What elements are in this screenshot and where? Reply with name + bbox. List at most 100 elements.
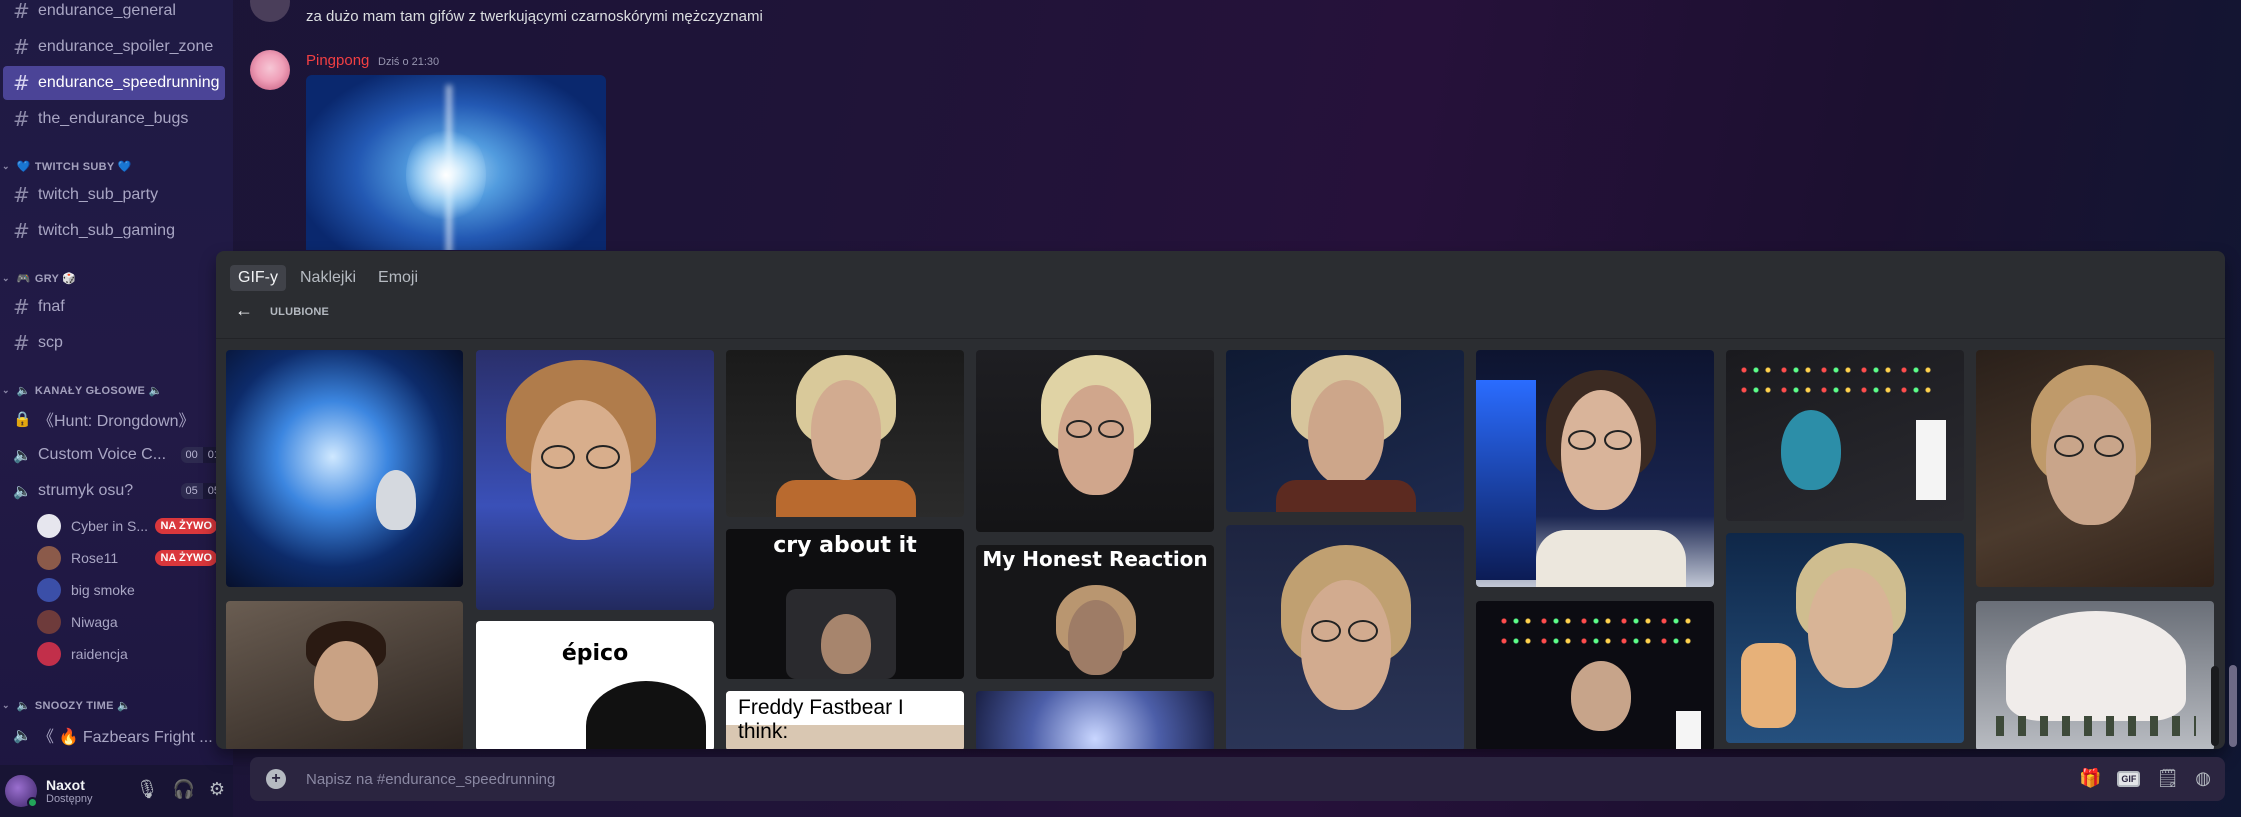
- gift-icon[interactable]: 🎁: [2079, 768, 2101, 789]
- speaker-icon: 🔈: [13, 483, 32, 500]
- brain-gif-attachment[interactable]: [306, 75, 606, 250]
- gif-item[interactable]: [226, 350, 463, 587]
- voice-user[interactable]: Cyber in S... NA ŻYWO: [37, 511, 217, 541]
- avatar: [37, 514, 61, 538]
- lock-icon: 🔒: [13, 411, 32, 428]
- speaker-icon: 🔈: [13, 727, 32, 744]
- user-status: Dostępny: [46, 793, 93, 805]
- channel-sidebar: # endurance_general # endurance_spoiler_…: [0, 0, 233, 817]
- gear-icon[interactable]: ⚙: [209, 779, 225, 800]
- gif-caption: My Honest Reaction: [982, 547, 1208, 571]
- channel-label: 《Hunt: Drongdown》: [38, 413, 195, 430]
- back-arrow-icon[interactable]: ←: [235, 300, 253, 321]
- channel-label: 《 🔥 Fazbears Fright ...: [38, 729, 213, 746]
- gif-item[interactable]: [726, 350, 964, 517]
- voice-user[interactable]: Niwaga: [37, 607, 217, 637]
- channel-twitch-sub-party[interactable]: # twitch_sub_party: [3, 178, 225, 212]
- gif-caption: cry about it: [773, 533, 917, 558]
- category-label: KANAŁY GŁOSOWE 🔈: [34, 384, 163, 397]
- microphone-icon[interactable]: 🎙: [136, 779, 159, 800]
- headphones-icon[interactable]: 🎧: [172, 779, 194, 800]
- divider: [216, 338, 2225, 339]
- gif-item[interactable]: My Honest Reaction: [976, 545, 1214, 679]
- gif-icon[interactable]: GIF: [2117, 770, 2141, 787]
- channel-the-endurance-bugs[interactable]: # the_endurance_bugs: [3, 102, 225, 136]
- voice-user[interactable]: big smoke: [37, 575, 217, 605]
- chevron-down-icon: ⌄: [2, 699, 10, 710]
- sticker-icon[interactable]: 🗒: [2156, 768, 2179, 789]
- category-label: SNOOZY TIME 🔈: [34, 699, 132, 712]
- chevron-down-icon: ⌄: [2, 272, 10, 283]
- hash-icon: #: [13, 71, 30, 95]
- section-title: ULUBIONE: [270, 306, 330, 318]
- category-snoozy-time[interactable]: ⌄ 🔈 SNOOZY TIME 🔈: [2, 695, 131, 715]
- voice-channel-strumyk[interactable]: 🔈 strumyk osu? 05 05: [3, 474, 225, 508]
- category-twitch-suby[interactable]: ⌄ 💙 TWITCH SUBY 💙: [2, 156, 132, 176]
- gif-item[interactable]: [226, 601, 463, 749]
- gif-item[interactable]: [1726, 533, 1964, 743]
- hash-icon: #: [13, 219, 30, 243]
- avatar[interactable]: [5, 775, 38, 808]
- gif-caption: Freddy Fastbear I think:: [726, 691, 964, 743]
- message-text: za dużo mam tam gifów z twerkującymi cza…: [306, 8, 763, 25]
- message-timestamp: Dziś o 21:30: [378, 56, 440, 68]
- category-voice-channels[interactable]: ⌄ 🔈 KANAŁY GŁOSOWE 🔈: [2, 380, 163, 400]
- gif-item[interactable]: [1476, 350, 1714, 587]
- gif-item[interactable]: [1226, 525, 1464, 749]
- gif-picker: GIF-y Naklejki Emoji ← ULUBIONE épico cr…: [216, 251, 2225, 749]
- channel-endurance-speedrunning[interactable]: # endurance_speedrunning: [3, 66, 225, 100]
- gif-item[interactable]: [1976, 601, 2214, 749]
- gamepad-icon: 🎮: [16, 272, 31, 285]
- gif-item[interactable]: Freddy Fastbear I think:: [726, 691, 964, 749]
- hash-icon: #: [13, 107, 30, 131]
- gif-item[interactable]: [1226, 350, 1464, 512]
- emoji-icon[interactable]: ◍: [2195, 768, 2211, 789]
- channel-endurance-spoiler-zone[interactable]: # endurance_spoiler_zone: [3, 30, 225, 64]
- avatar[interactable]: [250, 0, 290, 22]
- gif-item[interactable]: cry about it: [726, 529, 964, 679]
- message-author[interactable]: Pingpong: [306, 52, 369, 69]
- channel-label: endurance_speedrunning: [38, 74, 220, 91]
- channel-label: fnaf: [38, 298, 65, 315]
- gif-item[interactable]: [1726, 350, 1964, 521]
- channel-twitch-sub-gaming[interactable]: # twitch_sub_gaming: [3, 214, 225, 248]
- hash-icon: #: [13, 35, 30, 59]
- hash-icon: #: [13, 0, 30, 23]
- channel-fnaf[interactable]: # fnaf: [3, 290, 225, 324]
- gif-item[interactable]: [1476, 601, 1714, 749]
- gif-item[interactable]: [976, 350, 1214, 532]
- hash-icon: #: [13, 295, 30, 319]
- voice-channel-fazbears[interactable]: 🔈 《 🔥 Fazbears Fright ...: [3, 718, 225, 752]
- message-composer: + Napisz na #endurance_speedrunning 🎁 GI…: [250, 757, 2225, 801]
- username: Naxot: [46, 777, 85, 793]
- chevron-down-icon: ⌄: [2, 384, 10, 395]
- gif-item[interactable]: épico: [476, 621, 714, 749]
- picker-scrollbar[interactable]: [2211, 666, 2219, 746]
- tab-stickers[interactable]: Naklejki: [292, 265, 364, 291]
- live-badge: NA ŻYWO: [155, 518, 217, 534]
- avatar[interactable]: [250, 50, 290, 90]
- channel-endurance-general[interactable]: # endurance_general: [3, 0, 225, 28]
- tab-emoji[interactable]: Emoji: [370, 265, 426, 291]
- voice-user[interactable]: raidencja: [37, 639, 217, 669]
- category-gry[interactable]: ⌄ 🎮 GRY 🎲: [2, 268, 76, 288]
- channel-label: Custom Voice C...: [38, 446, 167, 463]
- voice-channel-hunt[interactable]: 🔒 《Hunt: Drongdown》: [3, 402, 225, 436]
- category-label: GRY 🎲: [34, 272, 77, 285]
- category-label: TWITCH SUBY 💙: [34, 160, 132, 173]
- gif-item[interactable]: [476, 350, 714, 610]
- chat-scrollbar[interactable]: [2229, 665, 2237, 747]
- avatar: [37, 546, 61, 570]
- add-attachment-icon[interactable]: +: [266, 769, 286, 789]
- channel-scp[interactable]: # scp: [3, 326, 225, 360]
- chevron-down-icon: ⌄: [2, 160, 10, 171]
- speaker-icon: 🔈: [16, 699, 31, 712]
- channel-label: twitch_sub_gaming: [38, 222, 175, 239]
- gif-item[interactable]: [1976, 350, 2214, 587]
- gif-item[interactable]: [976, 691, 1214, 749]
- message-input[interactable]: Napisz na #endurance_speedrunning: [306, 771, 555, 788]
- tab-gifs[interactable]: GIF-y: [230, 265, 286, 291]
- gif-caption: épico: [561, 641, 629, 666]
- voice-channel-custom[interactable]: 🔈 Custom Voice C... 00 01: [3, 438, 225, 472]
- voice-user[interactable]: Rose11 NA ŻYWO: [37, 543, 217, 573]
